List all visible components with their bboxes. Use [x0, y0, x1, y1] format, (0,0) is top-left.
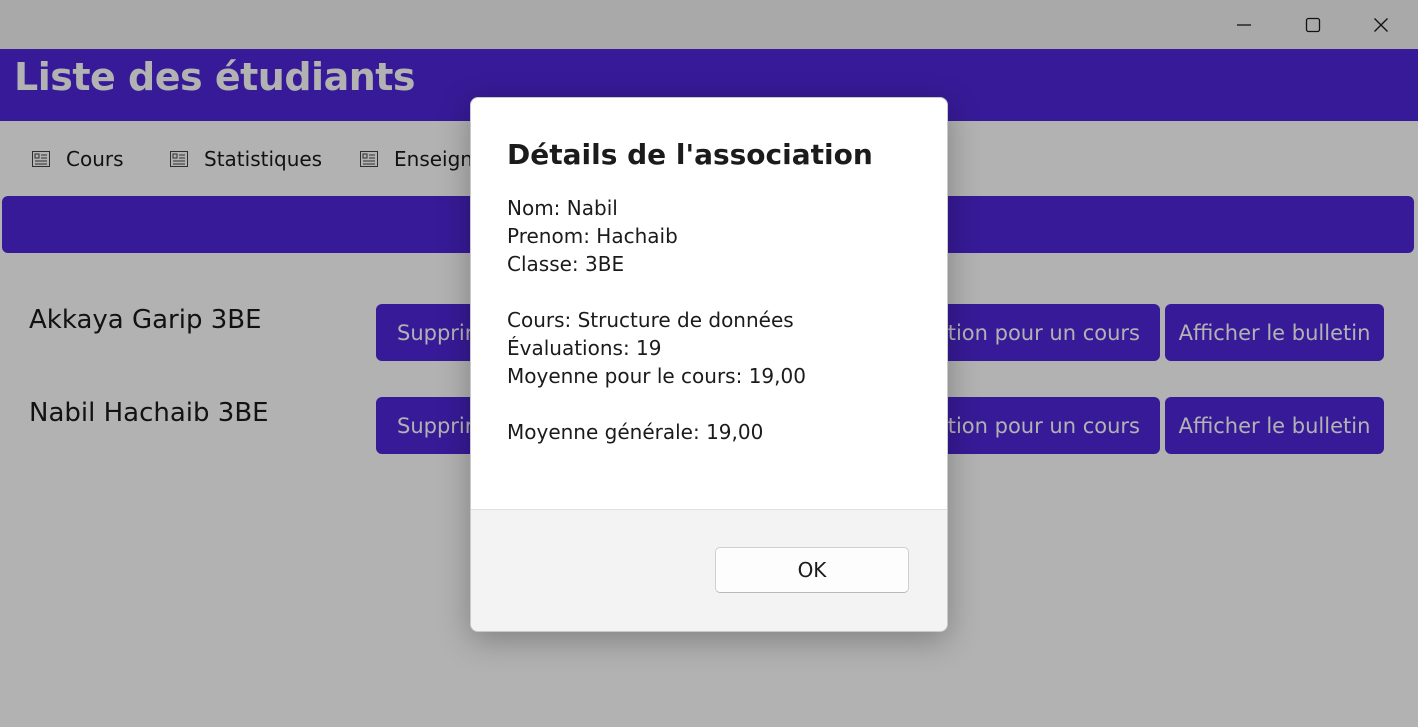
ok-button[interactable]: OK — [715, 547, 909, 593]
detail-moyenne-cours: Moyenne pour le cours: 19,00 — [507, 364, 806, 388]
detail-classe: Classe: 3BE — [507, 252, 625, 276]
detail-prenom: Prenom: Hachaib — [507, 224, 678, 248]
dialog-body: Nom: Nabil Prenom: Hachaib Classe: 3BE C… — [507, 194, 806, 446]
association-details-dialog: Détails de l'association Nom: Nabil Pren… — [470, 97, 948, 632]
detail-cours: Cours: Structure de données — [507, 308, 794, 332]
dialog-title: Détails de l'association — [507, 138, 873, 171]
detail-evaluations: Évaluations: 19 — [507, 336, 662, 360]
detail-moyenne-generale: Moyenne générale: 19,00 — [507, 420, 764, 444]
detail-nom: Nom: Nabil — [507, 196, 618, 220]
dialog-footer: OK — [471, 509, 947, 631]
